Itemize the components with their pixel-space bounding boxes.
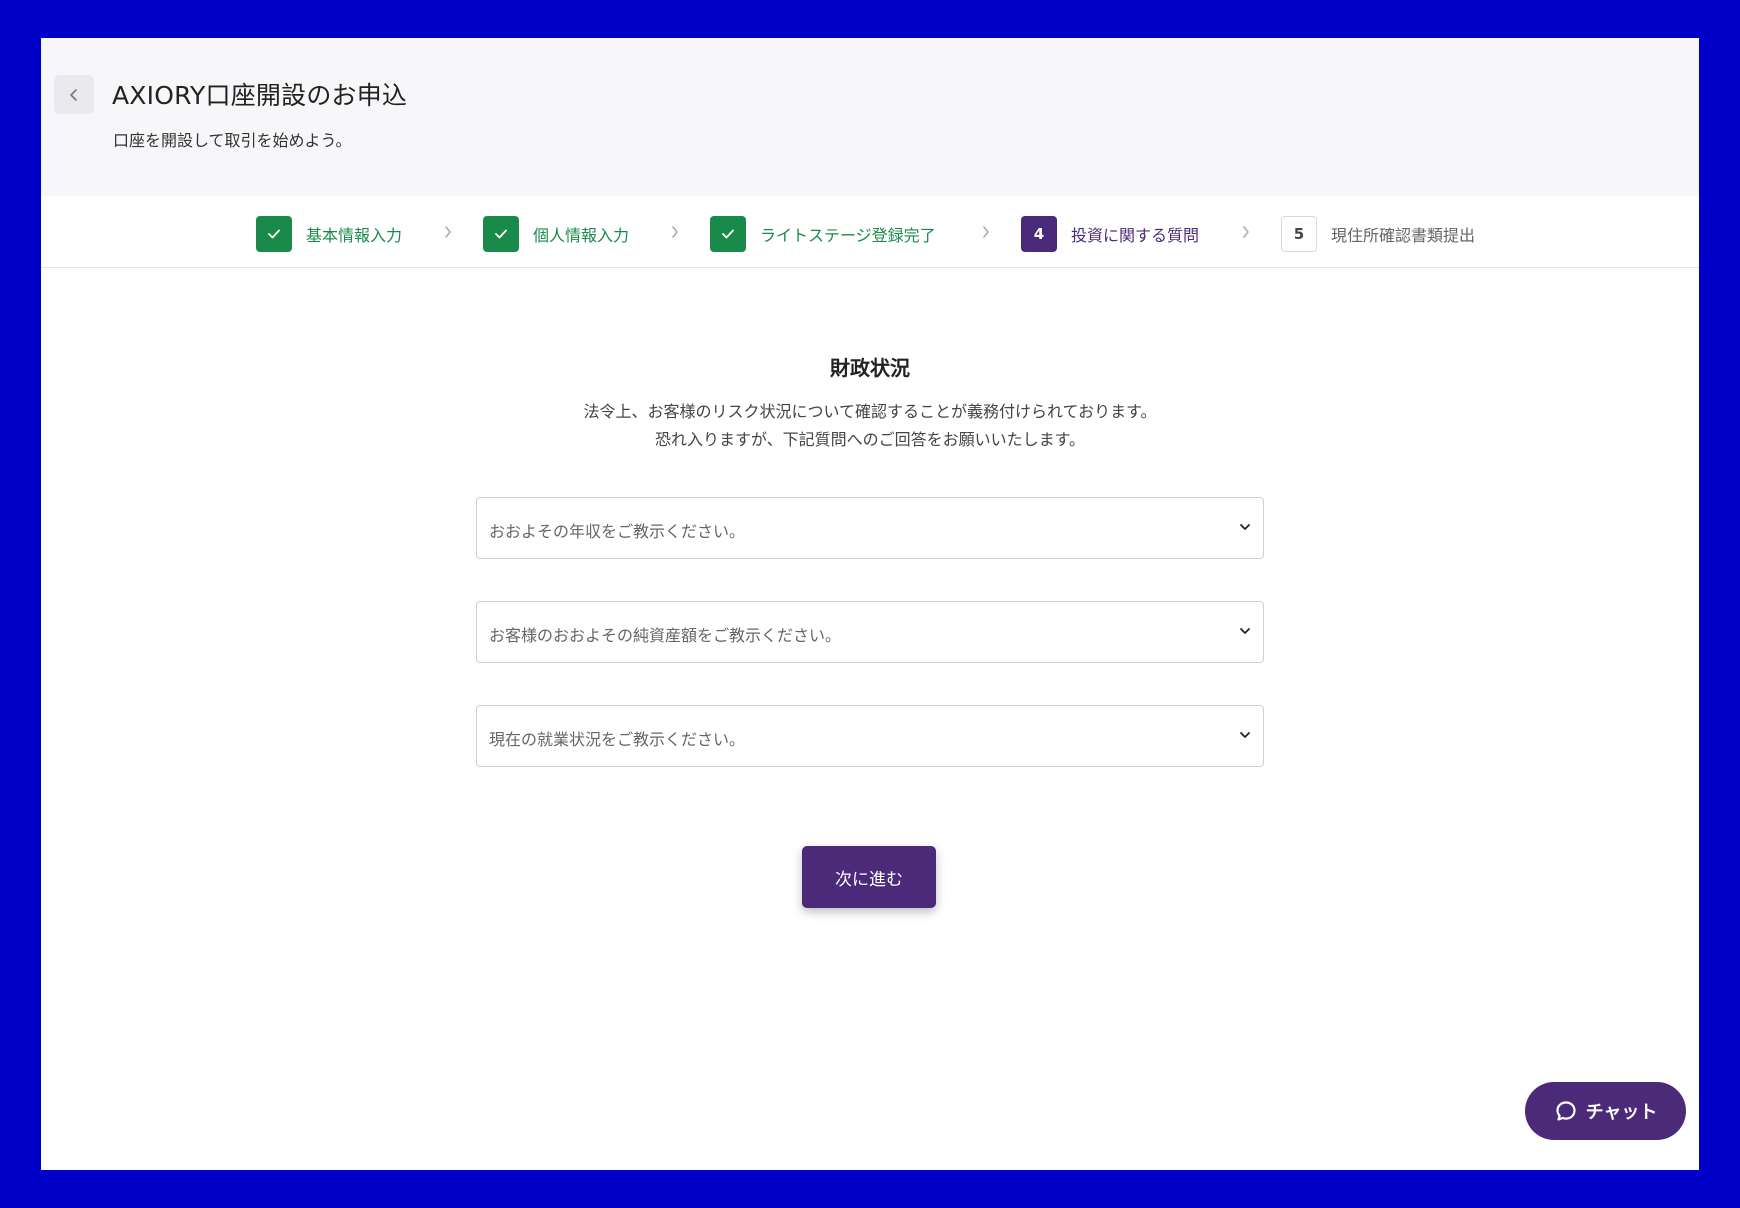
chevron-down-icon xyxy=(1240,628,1250,634)
check-icon xyxy=(495,229,507,239)
check-icon xyxy=(722,229,734,239)
employment-status-select[interactable]: 現在の就業状況をご教示ください。 xyxy=(476,705,1264,767)
step-done-badge xyxy=(256,216,292,252)
step-basic-info: 基本情報入力 xyxy=(256,216,402,252)
page-subtitle: 口座を開設して取引を始めよう。 xyxy=(113,131,352,150)
app-window: AXIORY口座開設のお申込 口座を開設して取引を始めよう。 基本情報入力 個人… xyxy=(41,38,1699,1170)
select-placeholder: おおよその年収をご教示ください。 xyxy=(489,522,746,541)
description-line-2: 恐れ入りますが、下記質問へのご回答をお願いいたします。 xyxy=(654,430,1086,449)
step-done-badge xyxy=(710,216,746,252)
annual-income-select[interactable]: おおよその年収をご教示ください。 xyxy=(476,497,1264,559)
page-header: AXIORY口座開設のお申込 口座を開設して取引を始めよう。 xyxy=(41,38,1699,196)
step-investment-questions: 4 投資に関する質問 xyxy=(1021,216,1199,252)
chevron-right-icon xyxy=(983,226,989,238)
net-assets-select[interactable]: お客様のおおよその純資産額をご教示ください。 xyxy=(476,601,1264,663)
chevron-down-icon xyxy=(1240,732,1250,738)
chevron-right-icon xyxy=(1243,226,1249,238)
section-title: 財政状況 xyxy=(830,356,910,380)
chevron-left-icon xyxy=(70,88,77,101)
step-light-stage: ライトステージ登録完了 xyxy=(710,216,936,252)
chat-bubble-icon xyxy=(1555,1101,1576,1121)
step-label: 投資に関する質問 xyxy=(1071,226,1200,245)
page-title: AXIORY口座開設のお申込 xyxy=(112,81,408,110)
select-placeholder: 現在の就業状況をご教示ください。 xyxy=(489,730,746,749)
progress-stepper: 基本情報入力 個人情報入力 ライトステージ登録完了 4 投資に関する質問 5 現… xyxy=(41,196,1699,268)
step-label: 現住所確認書類提出 xyxy=(1331,226,1476,245)
step-personal-info: 個人情報入力 xyxy=(483,216,629,252)
chevron-right-icon xyxy=(672,226,678,238)
step-address-documents: 5 現住所確認書類提出 xyxy=(1281,216,1475,252)
step-label: 基本情報入力 xyxy=(306,226,403,245)
check-icon xyxy=(268,229,280,239)
section-description: 法令上、お客様のリスク状況について確認することが義務付けられております。 恐れ入… xyxy=(41,398,1699,454)
select-placeholder: お客様のおおよその純資産額をご教示ください。 xyxy=(489,626,842,645)
chevron-right-icon xyxy=(445,226,451,238)
step-done-badge xyxy=(483,216,519,252)
chat-button[interactable]: チャット xyxy=(1525,1082,1686,1140)
step-label: ライトステージ登録完了 xyxy=(760,226,936,245)
step-label: 個人情報入力 xyxy=(533,226,630,245)
back-button[interactable] xyxy=(54,75,94,114)
chevron-down-icon xyxy=(1240,524,1250,530)
next-button[interactable]: 次に進む xyxy=(802,846,936,908)
step-number-badge: 4 xyxy=(1021,216,1057,252)
description-line-1: 法令上、お客様のリスク状況について確認することが義務付けられております。 xyxy=(583,402,1157,421)
chat-button-label: チャット xyxy=(1585,1102,1658,1123)
step-number-badge: 5 xyxy=(1281,216,1317,252)
